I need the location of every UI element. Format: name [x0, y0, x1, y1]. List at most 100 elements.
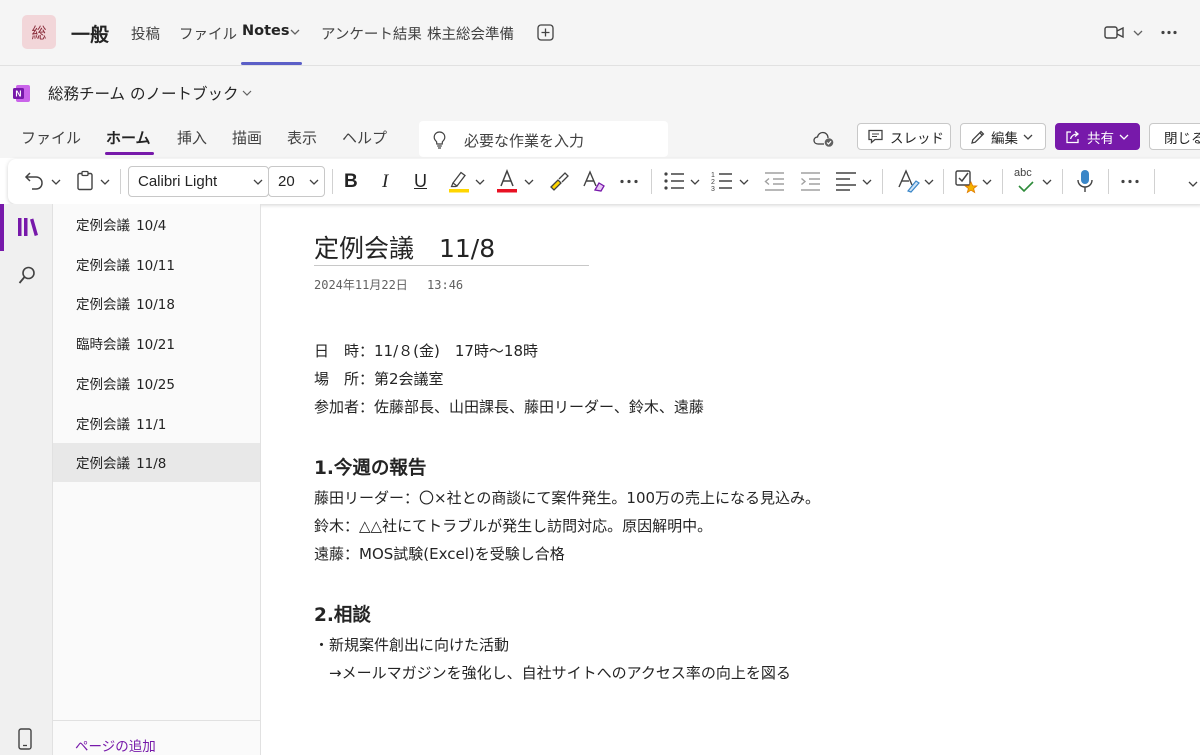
navigation-rail: [0, 204, 53, 755]
section-heading-report[interactable]: 1.今週の報告: [314, 454, 426, 480]
chevron-down-icon[interactable]: [1042, 178, 1052, 186]
clear-formatting-icon[interactable]: [582, 170, 606, 192]
align-left-icon[interactable]: [835, 171, 857, 191]
clipboard-paste-icon[interactable]: [76, 170, 94, 191]
page-list-panel: 定例会議 10/4 定例会議 10/11 定例会議 10/18 臨時会議 10/21 定…: [53, 204, 261, 755]
cloud-sync-icon[interactable]: [813, 130, 835, 148]
chevron-down-icon[interactable]: [100, 178, 110, 186]
add-page-button[interactable]: ページの追加: [53, 720, 260, 755]
chevron-down-icon[interactable]: [475, 178, 485, 186]
page-list-item[interactable]: 定例会議 11/8: [53, 442, 260, 482]
chevron-down-icon[interactable]: [982, 178, 992, 186]
ribbon-tab-file[interactable]: ファイル: [21, 127, 81, 148]
toolbar-divider: [1062, 169, 1063, 194]
chevron-down-icon[interactable]: [739, 178, 749, 186]
toolbar-divider: [1108, 169, 1109, 194]
page-list-item-label: 定例会議 10/18: [76, 297, 175, 314]
onenote-logo-icon: N: [13, 85, 30, 102]
page-list-item[interactable]: 定例会議 11/1: [53, 403, 260, 442]
add-tab-icon[interactable]: [537, 24, 554, 41]
tab-posts[interactable]: 投稿: [131, 23, 160, 44]
share-button[interactable]: 共有: [1055, 123, 1140, 150]
chevron-down-icon: [1119, 134, 1129, 140]
ribbon-tab-insert[interactable]: 挿入: [177, 127, 207, 148]
toolbar-divider: [943, 169, 944, 194]
chevron-down-icon[interactable]: [242, 89, 252, 97]
tag-checkbox-icon[interactable]: [954, 168, 978, 194]
report-line[interactable]: 藤田リーダー：〇×社との商談にて案件発生。100万の売上になる見込み。: [314, 487, 820, 508]
report-line[interactable]: 遠藤：MOS試験(Excel)を受験し合格: [314, 543, 565, 564]
tab-shareholders-meeting[interactable]: 株主総会準備: [427, 23, 514, 44]
team-avatar[interactable]: 総: [22, 15, 56, 49]
edit-label: 編集: [991, 130, 1018, 147]
chevron-down-icon[interactable]: [1133, 29, 1143, 37]
thread-button[interactable]: スレッド: [857, 123, 951, 150]
page-title[interactable]: 定例会議 11/8: [314, 229, 495, 265]
numbered-list-icon[interactable]: 1 2 3: [711, 170, 733, 192]
consultation-line[interactable]: →メールマガジンを強化し、自社サイトへのアクセス率の向上を図る: [314, 662, 791, 683]
page-list-item[interactable]: 定例会議 10/25: [53, 363, 260, 402]
chevron-down-icon[interactable]: [690, 178, 700, 186]
tab-files[interactable]: ファイル: [179, 23, 237, 44]
italic-button[interactable]: I: [382, 159, 388, 204]
chevron-down-icon: [309, 179, 319, 185]
chevron-down-icon[interactable]: [924, 178, 934, 186]
toolbar-divider: [651, 169, 652, 194]
chevron-down-icon[interactable]: [862, 178, 872, 186]
expand-toolbar-chevron-icon[interactable]: [1188, 180, 1198, 188]
title-underline: [314, 265, 589, 266]
bullet-list-icon[interactable]: [663, 171, 685, 191]
chevron-down-icon[interactable]: [524, 178, 534, 186]
comment-icon: [868, 129, 883, 144]
ribbon-tab-home[interactable]: ホーム: [106, 127, 151, 148]
svg-text:1: 1: [711, 172, 715, 179]
toolbar-divider: [120, 169, 121, 194]
mobile-device-icon[interactable]: [18, 728, 32, 750]
search-icon[interactable]: [18, 266, 36, 286]
ribbon-tab-draw[interactable]: 描画: [232, 127, 262, 148]
highlighter-icon[interactable]: [448, 169, 470, 193]
meeting-location-line[interactable]: 場 所：第2会議室: [314, 368, 444, 389]
edit-mode-button[interactable]: 編集: [960, 123, 1046, 150]
font-name-select[interactable]: Calibri Light: [128, 166, 269, 197]
spelling-label[interactable]: abc: [1014, 167, 1032, 179]
tab-survey-results[interactable]: アンケート結果: [321, 23, 422, 44]
consultation-line[interactable]: ・新規案件創出に向けた活動: [314, 634, 509, 655]
decrease-indent-icon[interactable]: [763, 171, 785, 191]
section-heading-consultation[interactable]: 2.相談: [314, 601, 371, 627]
notebook-title[interactable]: 総務チーム のノートブック: [48, 82, 238, 104]
ribbon-tab-help[interactable]: ヘルプ: [342, 127, 387, 148]
page-list-item-label: 定例会議 11/1: [76, 416, 167, 433]
bold-button[interactable]: B: [344, 159, 358, 204]
meeting-attendees-line[interactable]: 参加者：佐藤部長、山田課長、藤田リーダー、鈴木、遠藤: [314, 396, 704, 417]
tell-me-search-box[interactable]: 必要な作業を入力: [419, 121, 668, 157]
meeting-datetime-line[interactable]: 日 時：11/８(金) 17時～18時: [314, 340, 538, 361]
close-button[interactable]: 閉じる: [1149, 123, 1200, 150]
font-color-icon[interactable]: [496, 169, 518, 193]
chevron-down-icon[interactable]: [290, 28, 300, 36]
chevron-down-icon[interactable]: [51, 178, 61, 186]
notebooks-library-icon[interactable]: [17, 217, 39, 237]
more-options-icon[interactable]: [1121, 179, 1139, 184]
format-painter-icon[interactable]: [548, 170, 570, 192]
dictate-microphone-icon[interactable]: [1076, 169, 1094, 193]
tab-notes[interactable]: Notes: [242, 23, 290, 39]
undo-icon[interactable]: [24, 171, 46, 191]
underline-button[interactable]: U: [414, 159, 427, 204]
more-options-icon[interactable]: [1161, 30, 1177, 35]
ribbon-tab-bar: ファイル ホーム 挿入 描画 表示 ヘルプ 必要な作業を入力 スレッド 編集 共…: [0, 118, 1200, 158]
styles-icon[interactable]: [896, 169, 920, 193]
page-list-item[interactable]: 定例会議 10/18: [53, 284, 260, 323]
ribbon-tab-view[interactable]: 表示: [287, 127, 317, 148]
share-label: 共有: [1087, 130, 1114, 147]
video-call-icon[interactable]: [1104, 25, 1124, 40]
page-list-item[interactable]: 臨時会議 10/21: [53, 324, 260, 363]
increase-indent-icon[interactable]: [799, 171, 821, 191]
font-size-select[interactable]: 20: [268, 166, 325, 197]
more-font-options-icon[interactable]: [620, 179, 638, 184]
thread-label: スレッド: [890, 130, 944, 147]
report-line[interactable]: 鈴木：△△社にてトラブルが発生し訪問対応。原因解明中。: [314, 515, 712, 536]
page-list-item[interactable]: 定例会議 10/4: [53, 205, 260, 244]
spelling-check-icon[interactable]: [1016, 181, 1036, 193]
page-list-item[interactable]: 定例会議 10/11: [53, 244, 260, 283]
